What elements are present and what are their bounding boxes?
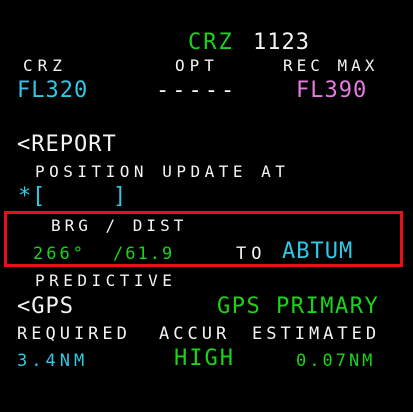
estimated-label: ESTIMATED bbox=[252, 324, 381, 344]
opt-label: OPT bbox=[175, 56, 219, 75]
crz-label: CRZ bbox=[23, 56, 67, 75]
page-title-label: CRZ bbox=[188, 30, 234, 55]
rec-max-flight-level: FL390 bbox=[296, 78, 368, 103]
accur-label: ACCUR bbox=[159, 324, 231, 344]
field-bracket-close: ] bbox=[113, 184, 127, 209]
to-label: TO bbox=[236, 244, 267, 264]
input-marker-icon: * bbox=[18, 184, 32, 209]
field-bracket-open: [ bbox=[32, 184, 46, 209]
position-update-label: POSITION UPDATE AT bbox=[35, 162, 290, 181]
opt-flight-level: ----- bbox=[156, 78, 238, 103]
rec-max-label: REC MAX bbox=[283, 56, 379, 75]
bearing-value: 266° bbox=[33, 244, 86, 264]
crz-flight-level[interactable]: FL320 bbox=[17, 80, 88, 102]
accuracy-status: HIGH bbox=[174, 346, 235, 371]
estimated-accuracy-value: 0.07NM bbox=[296, 351, 376, 371]
brg-dist-label: BRG / DIST bbox=[51, 216, 188, 235]
required-accuracy-value[interactable]: 3.4NM bbox=[17, 353, 88, 370]
predictive-label: PREDICTIVE bbox=[35, 271, 177, 290]
to-waypoint[interactable]: ABTUM bbox=[282, 241, 353, 263]
gps-status: GPS PRIMARY bbox=[217, 294, 380, 319]
page-title-number: 1123 bbox=[253, 30, 310, 55]
report-button[interactable]: <REPORT bbox=[17, 134, 117, 156]
required-label: REQUIRED bbox=[17, 324, 131, 344]
gps-button[interactable]: <GPS bbox=[17, 296, 74, 318]
distance-value: /61.9 bbox=[113, 244, 175, 264]
